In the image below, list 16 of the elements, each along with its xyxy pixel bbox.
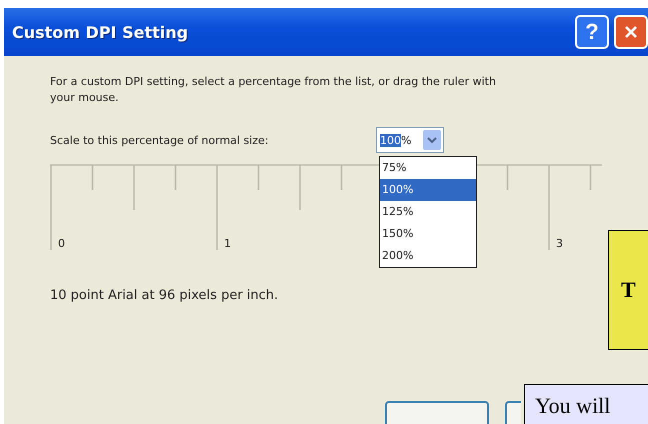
scale-label: Scale to this percentage of normal size:	[50, 134, 270, 146]
dropdown-option[interactable]: 125%	[380, 201, 476, 223]
ruler-label: 1	[224, 237, 231, 250]
ruler-label: 0	[58, 237, 65, 250]
window-title: Custom DPI Setting	[12, 22, 190, 42]
scale-value: 100%	[379, 134, 412, 146]
note-text: T	[621, 277, 636, 303]
dropdown-option[interactable]: 100%	[380, 179, 476, 201]
sample-text: 10 point Arial at 96 pixels per inch.	[50, 288, 278, 303]
callout-text: You will	[535, 393, 610, 418]
dropdown-option[interactable]: 200%	[380, 245, 476, 267]
ruler-label: 3	[556, 237, 563, 250]
instructions-text: For a custom DPI setting, select a percentage from the list, or drag the ruler with your mouse.	[50, 74, 497, 106]
dropdown-option[interactable]: 150%	[380, 223, 476, 245]
help-button[interactable]: ?	[575, 15, 609, 49]
dropdown-option[interactable]: 75%	[380, 157, 476, 179]
